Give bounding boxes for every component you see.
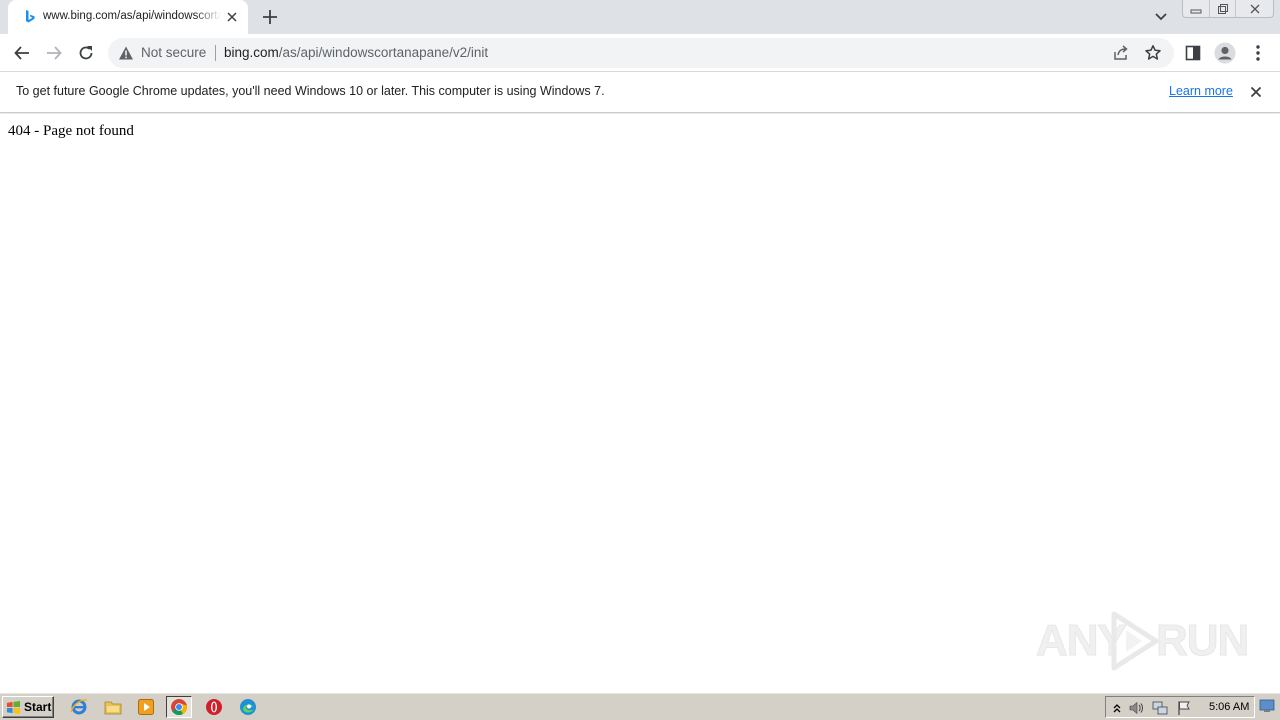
- security-label[interactable]: Not secure: [141, 45, 206, 60]
- back-arrow-icon: [14, 46, 29, 60]
- play-logo-icon: [1111, 611, 1159, 671]
- show-desktop-icon[interactable]: [1259, 699, 1275, 713]
- speaker-icon: [1129, 701, 1143, 715]
- star-icon[interactable]: [1144, 44, 1162, 62]
- close-icon[interactable]: [1248, 84, 1264, 100]
- start-button[interactable]: Start: [2, 696, 54, 718]
- url-path: /as/api/windowscortanapane/v2/init: [278, 45, 489, 60]
- edge-icon: [240, 699, 256, 715]
- windows-taskbar: Start 5:06 AM: [0, 692, 1280, 720]
- back-button[interactable]: [11, 42, 33, 64]
- restore-icon: [1217, 3, 1228, 14]
- window-controls: [1182, 0, 1274, 18]
- internet-explorer-icon: [70, 699, 88, 715]
- chrome-icon: [171, 699, 188, 715]
- chevron-up-icon: [1113, 704, 1121, 713]
- learn-more-link[interactable]: Learn more: [1169, 84, 1233, 98]
- watermark-text-right: RUN: [1155, 616, 1249, 666]
- avatar-icon: [1214, 42, 1236, 64]
- close-icon: [1250, 4, 1260, 13]
- tab-title: www.bing.com/as/api/windowscortanapane/v…: [43, 10, 221, 22]
- address-divider: [215, 45, 216, 61]
- taskbar-opera[interactable]: [201, 696, 227, 718]
- browser-tab[interactable]: www.bing.com/as/api/windowscortanapane/v…: [8, 0, 248, 34]
- error-message: 404 - Page not found: [8, 123, 134, 139]
- infobar-message: To get future Google Chrome updates, you…: [16, 84, 605, 98]
- folder-icon: [104, 701, 122, 715]
- show-hidden-icons-button[interactable]: [1109, 700, 1125, 716]
- restore-button[interactable]: [1209, 0, 1235, 17]
- reload-button[interactable]: [75, 42, 97, 64]
- anyrun-watermark: ANY RUN: [1036, 610, 1250, 672]
- plus-icon[interactable]: [260, 7, 280, 27]
- forward-button[interactable]: [43, 42, 65, 64]
- address-bar[interactable]: Not secure bing.com/as/api/windowscortan…: [108, 38, 1174, 68]
- url-host: bing.com: [224, 45, 279, 60]
- minimize-icon: [1190, 9, 1202, 13]
- media-player-icon: [138, 699, 154, 715]
- minimize-button[interactable]: [1183, 0, 1209, 17]
- tab-strip: www.bing.com/as/api/windowscortanapane/v…: [0, 0, 1280, 34]
- chevron-down-icon[interactable]: [1151, 8, 1171, 26]
- system-tray: 5:06 AM: [1105, 696, 1255, 718]
- taskbar-internet-explorer[interactable]: [66, 696, 92, 718]
- url-text[interactable]: bing.com/as/api/windowscortanapane/v2/in…: [224, 45, 488, 60]
- browser-toolbar: Not secure bing.com/as/api/windowscortan…: [0, 34, 1280, 72]
- action-center-button[interactable]: [1176, 700, 1192, 716]
- page-content: 404 - Page not found ANY RUN: [0, 114, 1280, 692]
- taskbar-media-player[interactable]: [133, 696, 159, 718]
- taskbar-clock[interactable]: 5:06 AM: [1209, 701, 1249, 713]
- window-close-button[interactable]: [1235, 0, 1274, 17]
- network-button[interactable]: [1152, 700, 1168, 716]
- warning-icon[interactable]: [118, 45, 134, 61]
- network-icon: [1152, 701, 1168, 715]
- update-infobar: To get future Google Chrome updates, you…: [0, 72, 1280, 113]
- taskbar-explorer[interactable]: [100, 696, 126, 718]
- profile-button[interactable]: [1214, 42, 1236, 64]
- opera-icon: [206, 699, 222, 715]
- bing-icon: [26, 10, 35, 23]
- close-tab-icon[interactable]: [224, 9, 240, 25]
- reload-icon: [79, 46, 93, 60]
- menu-button[interactable]: [1247, 42, 1269, 64]
- windows-logo-icon: [6, 700, 21, 714]
- more-vertical-icon: [1256, 45, 1260, 61]
- share-icon[interactable]: [1112, 44, 1130, 62]
- forward-arrow-icon: [47, 46, 62, 60]
- side-panel-icon: [1185, 45, 1201, 61]
- taskbar-edge[interactable]: [235, 696, 261, 718]
- flag-icon: [1178, 701, 1190, 715]
- volume-button[interactable]: [1128, 700, 1144, 716]
- start-label: Start: [24, 700, 52, 714]
- side-panel-button[interactable]: [1182, 42, 1204, 64]
- taskbar-chrome[interactable]: [166, 696, 192, 718]
